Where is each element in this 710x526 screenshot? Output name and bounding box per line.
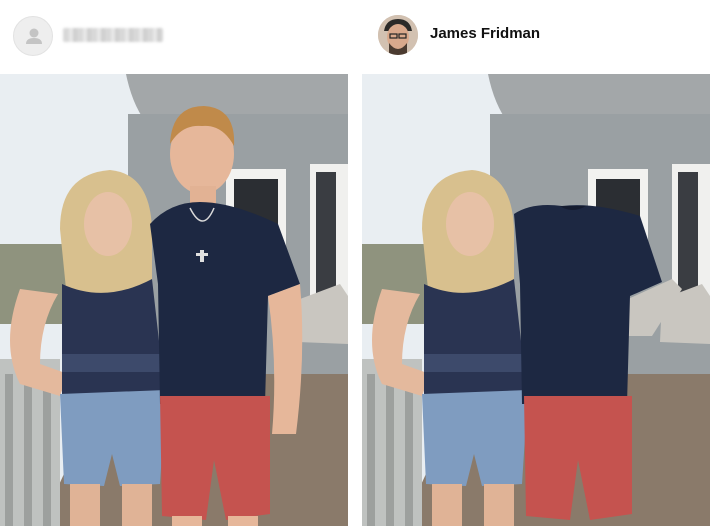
original-photo[interactable] <box>0 74 348 526</box>
post-header: James Fridman <box>362 0 710 72</box>
edited-photo[interactable] <box>362 74 710 526</box>
blurred-username <box>63 28 163 42</box>
original-post <box>0 0 348 526</box>
username[interactable]: James Fridman <box>430 25 540 42</box>
edited-post: James Fridman <box>362 0 710 526</box>
default-avatar[interactable] <box>13 16 53 56</box>
profile-photo-graphic <box>378 15 418 55</box>
default-user-icon <box>26 28 42 44</box>
original-photo-graphic <box>0 74 348 526</box>
edited-photo-graphic <box>362 74 710 526</box>
profile-photo[interactable] <box>378 15 418 55</box>
post-header <box>0 0 348 72</box>
